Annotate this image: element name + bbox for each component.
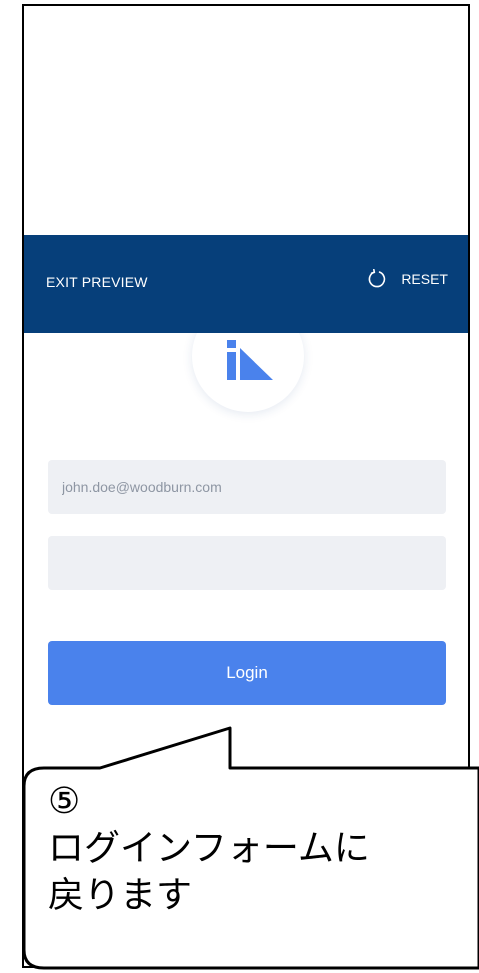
email-field[interactable] (48, 460, 446, 514)
app-logo-icon (227, 340, 273, 380)
callout-step-number: ⑤ (48, 781, 81, 822)
password-field[interactable] (48, 536, 446, 590)
refresh-icon (368, 269, 386, 288)
reset-button[interactable]: RESET (367, 269, 448, 289)
exit-preview-button[interactable]: EXIT PREVIEW (46, 274, 148, 290)
login-button[interactable]: Login (48, 641, 446, 705)
reset-label: RESET (401, 271, 448, 287)
callout-text: ⑤ ログインフォームに 戻ります (48, 778, 478, 919)
callout-line-2: 戻ります (48, 875, 193, 916)
callout-line-1: ログインフォームに (48, 828, 370, 869)
preview-toolbar: EXIT PREVIEW RESET (24, 235, 468, 333)
